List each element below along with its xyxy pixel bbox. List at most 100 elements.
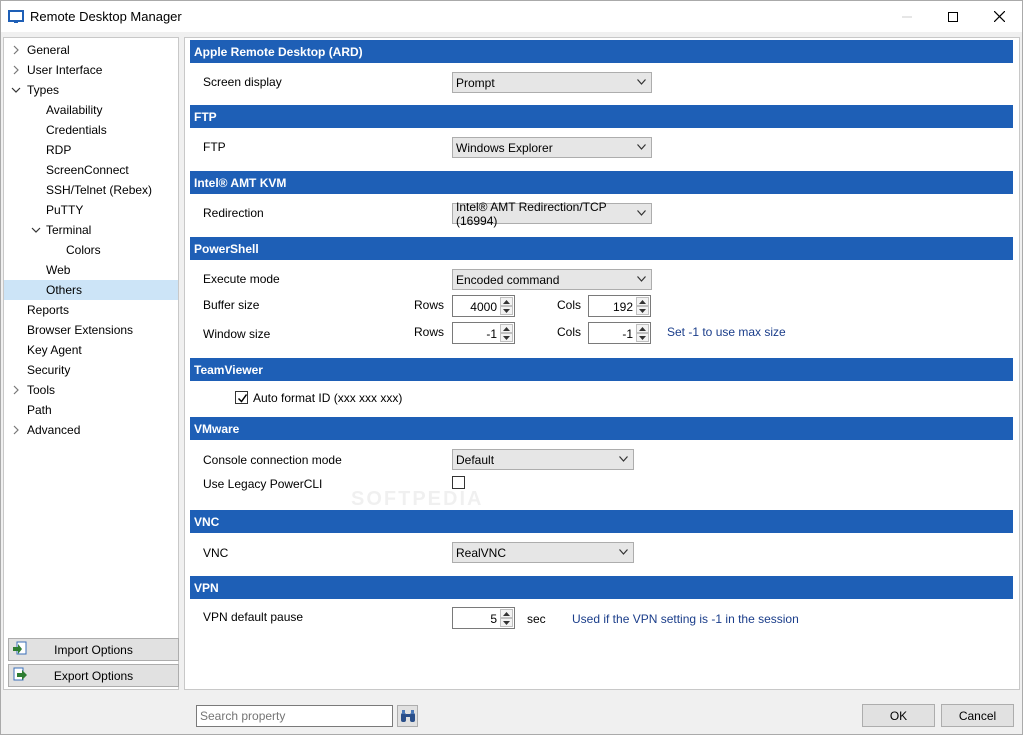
- maximize-button[interactable]: [930, 1, 976, 32]
- window-rows-label: Rows: [414, 325, 445, 339]
- vnc-select[interactable]: RealVNC: [452, 542, 634, 563]
- execute-mode-select[interactable]: Encoded command: [452, 269, 652, 290]
- chevron-down-icon: [637, 276, 646, 282]
- auto-format-checkbox[interactable]: [235, 391, 248, 404]
- tree-item-web[interactable]: Web: [4, 260, 178, 280]
- window-cols-stepper[interactable]: -1: [588, 322, 651, 344]
- export-options-button[interactable]: Export Options: [8, 664, 179, 687]
- chevron-right-icon[interactable]: [11, 385, 21, 395]
- tree-item-label: Advanced: [27, 423, 81, 437]
- buffer-rows-stepper[interactable]: 4000: [452, 295, 515, 317]
- chevron-right-icon[interactable]: [11, 425, 21, 435]
- stepper-up-icon[interactable]: [500, 297, 513, 306]
- chevron-down-icon[interactable]: [31, 225, 41, 235]
- vnc-value: RealVNC: [456, 545, 507, 560]
- screen-display-value: Prompt: [456, 75, 495, 90]
- stepper-down-icon[interactable]: [636, 333, 649, 342]
- tree-item-label: Colors: [66, 243, 101, 257]
- ftp-select[interactable]: Windows Explorer: [452, 137, 652, 158]
- tree-item-types[interactable]: Types: [4, 80, 178, 100]
- tree-item-label: Security: [27, 363, 71, 377]
- stepper-down-icon[interactable]: [500, 306, 513, 315]
- tree-item-screenconnect[interactable]: ScreenConnect: [4, 160, 178, 180]
- stepper-down-icon[interactable]: [500, 618, 513, 627]
- tree-item-general[interactable]: General: [4, 40, 178, 60]
- tree-item-label: Terminal: [46, 223, 92, 237]
- cancel-button[interactable]: Cancel: [941, 704, 1014, 727]
- section-header-powershell: PowerShell: [190, 237, 1013, 260]
- tree-item-rdp[interactable]: RDP: [4, 140, 178, 160]
- section-header-teamviewer: TeamViewer: [190, 358, 1013, 381]
- app-window: Remote Desktop Manager General User Inte…: [0, 0, 1023, 735]
- chevron-down-icon[interactable]: [11, 85, 21, 95]
- console-mode-value: Default: [456, 452, 495, 467]
- redirection-select[interactable]: Intel® AMT Redirection/TCP (16994): [452, 200, 652, 228]
- stepper-buttons: [500, 297, 513, 315]
- import-options-label: Import Options: [54, 642, 133, 657]
- tree-item-terminal[interactable]: Terminal: [4, 220, 178, 240]
- tree-item-others[interactable]: Others: [4, 280, 178, 300]
- import-options-button[interactable]: Import Options: [8, 638, 179, 661]
- search-property-input[interactable]: [196, 705, 393, 727]
- stepper-up-icon[interactable]: [636, 324, 649, 333]
- chevron-down-icon: [619, 456, 628, 462]
- stepper-buttons: [500, 324, 513, 342]
- tree-item-credentials[interactable]: Credentials: [4, 120, 178, 140]
- search-button[interactable]: [397, 705, 418, 727]
- tree-item-label: Availability: [46, 103, 103, 117]
- console-mode-label: Console connection mode: [203, 453, 342, 467]
- stepper-up-icon[interactable]: [636, 297, 649, 306]
- tree-item-label: PuTTY: [46, 203, 84, 217]
- screen-display-select[interactable]: Prompt: [452, 72, 652, 93]
- vpn-pause-hint: Used if the VPN setting is -1 in the ses…: [572, 612, 799, 626]
- chevron-right-icon[interactable]: [11, 65, 21, 75]
- tree-item-security[interactable]: Security: [4, 360, 178, 380]
- tree-item-label: General: [27, 43, 70, 57]
- tree-item-advanced[interactable]: Advanced: [4, 420, 178, 440]
- export-icon: [12, 667, 28, 684]
- tree-item-browser-extensions[interactable]: Browser Extensions: [4, 320, 178, 340]
- buffer-cols-stepper[interactable]: 192: [588, 295, 651, 317]
- stepper-up-icon[interactable]: [500, 609, 513, 618]
- tree-item-label: Web: [46, 263, 71, 277]
- ftp-label: FTP: [203, 140, 226, 154]
- close-button[interactable]: [976, 1, 1022, 32]
- window-size-hint: Set -1 to use max size: [667, 325, 786, 339]
- tree-item-label: Browser Extensions: [27, 323, 134, 337]
- chevron-down-icon: [637, 210, 646, 216]
- tree-item-label: Reports: [27, 303, 70, 317]
- tree-item-key-agent[interactable]: Key Agent: [4, 340, 178, 360]
- tree-item-availability[interactable]: Availability: [4, 100, 178, 120]
- execute-mode-value: Encoded command: [456, 272, 560, 287]
- tree-item-ssh-telnet[interactable]: SSH/Telnet (Rebex): [4, 180, 178, 200]
- window-rows-stepper[interactable]: -1: [452, 322, 515, 344]
- tree-item-reports[interactable]: Reports: [4, 300, 178, 320]
- window-size-label: Window size: [203, 327, 271, 341]
- console-mode-select[interactable]: Default: [452, 449, 634, 470]
- vpn-pause-label: VPN default pause: [203, 610, 304, 624]
- stepper-up-icon[interactable]: [500, 324, 513, 333]
- tree-item-label: ScreenConnect: [46, 163, 129, 177]
- stepper-buttons: [500, 609, 513, 627]
- minimize-button[interactable]: [884, 1, 930, 32]
- tree-item-user-interface[interactable]: User Interface: [4, 60, 178, 80]
- chevron-right-icon[interactable]: [11, 45, 21, 55]
- ok-button[interactable]: OK: [862, 704, 935, 727]
- options-tree: General User Interface Types Availabilit…: [3, 37, 179, 690]
- execute-mode-label: Execute mode: [203, 272, 280, 286]
- tree-item-colors[interactable]: Colors: [4, 240, 178, 260]
- section-header-ftp: FTP: [190, 105, 1013, 128]
- tree-item-label: Types: [27, 83, 60, 97]
- stepper-down-icon[interactable]: [636, 306, 649, 315]
- vpn-pause-value: 5: [490, 612, 497, 626]
- stepper-down-icon[interactable]: [500, 333, 513, 342]
- chevron-down-icon: [637, 144, 646, 150]
- tree-item-putty[interactable]: PuTTY: [4, 200, 178, 220]
- tree-item-path[interactable]: Path: [4, 400, 178, 420]
- window-title: Remote Desktop Manager: [30, 9, 182, 24]
- vpn-pause-stepper[interactable]: 5: [452, 607, 515, 629]
- window-cols-value: -1: [622, 327, 633, 341]
- tree-item-tools[interactable]: Tools: [4, 380, 178, 400]
- chevron-down-icon: [637, 79, 646, 85]
- softpedia-watermark: SOFTPEDIA: [351, 488, 484, 510]
